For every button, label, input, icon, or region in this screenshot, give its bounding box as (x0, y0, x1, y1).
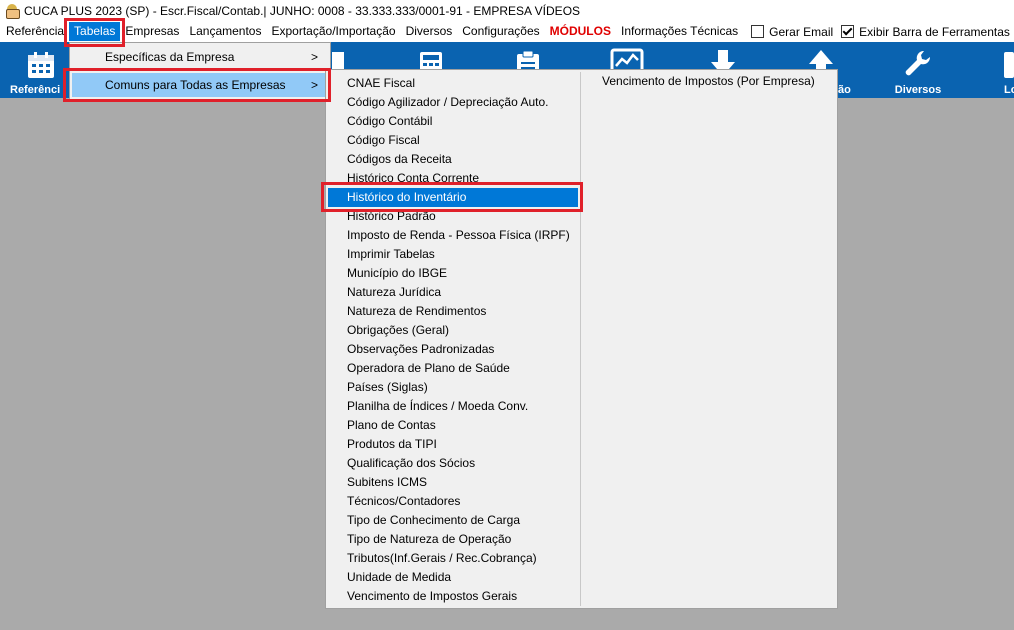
submenu-item[interactable]: Histórico Conta Corrente (328, 169, 578, 188)
submenu-item[interactable]: Vencimento de Impostos Gerais (328, 587, 578, 606)
menu-comuns-todas-empresas[interactable]: Comuns para Todas as Empresas > (72, 73, 328, 97)
checkbox-box[interactable] (751, 25, 765, 38)
submenu-item[interactable]: Tipo de Natureza de Operação (328, 530, 578, 549)
gerar-email-label: Gerar Email (769, 24, 834, 39)
comuns-label: Comuns para Todas as Empresas (105, 78, 286, 92)
menu-informacoes-tecnicas[interactable]: Informações Técnicas (616, 22, 743, 41)
menu-bar: Referência Tabelas Empresas Lançamentos … (0, 21, 1014, 42)
gerar-email-checkbox[interactable]: Gerar Email (743, 25, 833, 39)
toolbar-referencia-button[interactable]: Referênci (0, 42, 72, 98)
toolbar-diversos-button[interactable]: Diversos (880, 42, 956, 98)
toolbar-partial-right-label: Lo (1004, 84, 1014, 96)
menu-referencia[interactable]: Referência (0, 22, 69, 41)
submenu-item[interactable]: Tributos(Inf.Gerais / Rec.Cobrança) (328, 549, 578, 568)
submenu-item[interactable]: Subitens ICMS (328, 473, 578, 492)
menu-exportacao-importacao[interactable]: Exportação/Importação (266, 22, 400, 41)
chevron-right-icon: > (310, 78, 318, 92)
submenu-item[interactable]: Unidade de Medida (328, 568, 578, 587)
submenu-item[interactable]: CNAE Fiscal (328, 74, 578, 93)
calendar-icon (28, 52, 54, 78)
toolbar-partial-right-button[interactable]: Lo (990, 42, 1014, 98)
submenu-item[interactable]: Natureza de Rendimentos (328, 302, 578, 321)
title-bar: CUCA PLUS 2023 (SP) - Escr.Fiscal/Contab… (0, 0, 1014, 21)
submenu-item[interactable]: Código Agilizador / Depreciação Auto. (328, 93, 578, 112)
submenu-item[interactable]: Plano de Contas (328, 416, 578, 435)
menu-diversos[interactable]: Diversos (401, 22, 458, 41)
toolbar-diversos-label: Diversos (894, 84, 942, 96)
exibir-barra-checkbox[interactable]: Exibir Barra de Ferramentas (833, 25, 1010, 39)
submenu-item[interactable]: Técnicos/Contadores (328, 492, 578, 511)
wrench-icon (905, 50, 931, 76)
chevron-right-icon: > (310, 50, 318, 64)
column-separator (580, 72, 581, 606)
submenu-item[interactable]: Qualificação dos Sócios (328, 454, 578, 473)
menu-empresas[interactable]: Empresas (120, 22, 184, 41)
submenu-item[interactable]: Código Fiscal (328, 131, 578, 150)
menu-tabelas[interactable]: Tabelas (69, 22, 121, 41)
especificas-label: Específicas da Empresa (105, 50, 235, 64)
submenu-item[interactable]: Imprimir Tabelas (328, 245, 578, 264)
submenu-item[interactable]: Produtos da TIPI (328, 435, 578, 454)
comuns-submenu: CNAE Fiscal Código Agilizador / Depreciaç… (325, 69, 838, 609)
submenu-item[interactable]: Natureza Jurídica (328, 283, 578, 302)
app-logo-icon (4, 3, 20, 19)
menu-especificas-empresa[interactable]: Específicas da Empresa > (72, 45, 328, 69)
tabelas-dropdown: Específicas da Empresa > Comuns para Tod… (69, 42, 331, 102)
submenu-item[interactable]: Código Contábil (328, 112, 578, 131)
submenu-item[interactable]: Observações Padronizadas (328, 340, 578, 359)
menu-lancamentos[interactable]: Lançamentos (184, 22, 266, 41)
submenu-item[interactable]: Tipo de Conhecimento de Carga (328, 511, 578, 530)
submenu-item[interactable]: Operadora de Plano de Saúde (328, 359, 578, 378)
window-title: CUCA PLUS 2023 (SP) - Escr.Fiscal/Contab… (24, 3, 581, 18)
submenu-item[interactable]: Histórico do Inventário (328, 188, 578, 207)
submenu-item[interactable]: Planilha de Índices / Moeda Conv. (328, 397, 578, 416)
submenu-item[interactable]: Países (Siglas) (328, 378, 578, 397)
log-icon (1004, 52, 1014, 78)
submenu-item[interactable]: Imposto de Renda - Pessoa Física (IRPF) (328, 226, 578, 245)
submenu-item-vencimento-por-empresa[interactable]: Vencimento de Impostos (Por Empresa) (602, 74, 815, 88)
exibir-barra-label: Exibir Barra de Ferramentas (859, 24, 1010, 39)
checkbox-box-checked[interactable] (841, 25, 855, 38)
submenu-item[interactable]: Histórico Padrão (328, 207, 578, 226)
submenu-item[interactable]: Códigos da Receita (328, 150, 578, 169)
menu-modulos[interactable]: MÓDULOS (545, 22, 616, 41)
submenu-item[interactable]: Obrigações (Geral) (328, 321, 578, 340)
menu-configuracoes[interactable]: Configurações (457, 22, 544, 41)
submenu-item[interactable]: Município do IBGE (328, 264, 578, 283)
